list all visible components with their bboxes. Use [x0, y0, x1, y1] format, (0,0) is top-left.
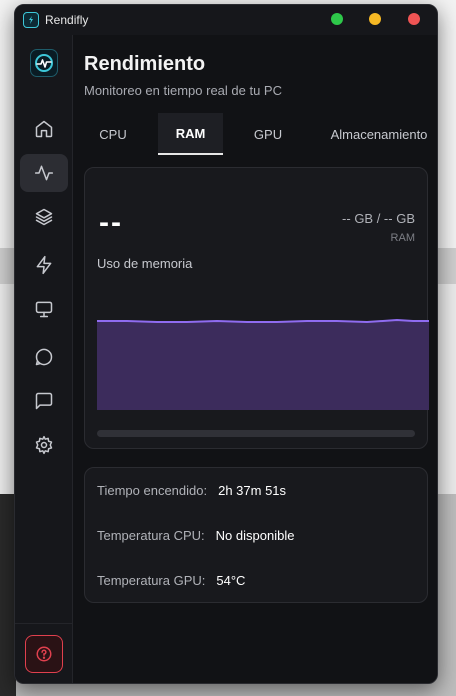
uptime-value: 2h 37m 51s	[218, 483, 287, 498]
ram-usage-card: -- -- GB / -- GB RAM Uso de memoria	[84, 167, 429, 449]
gpu-temperature-row: Temperatura GPU: 54°C	[97, 573, 245, 588]
ram-percentage: --	[99, 206, 123, 239]
gpu-temperature-value: 54°C	[216, 573, 246, 588]
tab-bar: CPU RAM GPU Almacenamiento	[73, 113, 437, 155]
cpu-temperature-row: Temperatura CPU: No disponible	[97, 528, 294, 543]
sidebar-item-home[interactable]	[20, 110, 68, 148]
sidebar	[15, 35, 73, 683]
page-subtitle: Monitoreo en tiempo real de tu PC	[84, 83, 282, 98]
minimize-button[interactable]	[369, 13, 381, 25]
tab-storage[interactable]: Almacenamiento	[323, 113, 435, 155]
monitor-icon	[35, 301, 53, 318]
sidebar-item-settings[interactable]	[20, 426, 68, 464]
tab-ram[interactable]: RAM	[158, 113, 223, 155]
memory-usage-chart	[97, 318, 429, 410]
ram-gb-used: -- GB / -- GB	[342, 211, 415, 226]
system-info-card: Tiempo encendido: 2h 37m 51s Temperatura…	[84, 467, 428, 603]
help-button[interactable]	[25, 635, 63, 673]
sidebar-divider	[15, 623, 73, 624]
close-button[interactable]	[408, 13, 420, 25]
gear-icon	[35, 435, 53, 455]
sidebar-item-performance[interactable]	[20, 154, 68, 192]
memory-chart-area	[97, 320, 429, 410]
sidebar-item-monitor[interactable]	[20, 290, 68, 328]
cpu-temperature-value: No disponible	[215, 528, 295, 543]
sidebar-item-messages[interactable]	[20, 382, 68, 420]
window-title: Rendifly	[45, 13, 89, 27]
app-icon	[23, 12, 39, 28]
message-square-icon	[35, 392, 53, 410]
maximize-button[interactable]	[331, 13, 343, 25]
chat-circle-icon	[35, 348, 53, 366]
layers-icon	[35, 208, 53, 226]
main-content: Rendimiento Monitoreo en tiempo real de …	[73, 35, 437, 683]
logo-icon	[35, 54, 53, 72]
memory-usage-label: Uso de memoria	[97, 256, 193, 271]
ram-progress-bar	[97, 430, 415, 437]
uptime-row: Tiempo encendido: 2h 37m 51s	[97, 483, 286, 498]
app-window: Rendifly Rendimiento Monitoreo en tiempo…	[14, 4, 438, 684]
logo	[30, 49, 58, 77]
tab-cpu[interactable]: CPU	[87, 113, 139, 155]
sidebar-item-chat[interactable]	[20, 338, 68, 376]
cpu-temperature-label: Temperatura CPU:	[97, 528, 205, 543]
title-bar[interactable]: Rendifly	[15, 5, 437, 35]
help-circle-icon	[36, 646, 52, 662]
uptime-label: Tiempo encendido:	[97, 483, 208, 498]
memory-chart-line	[97, 318, 429, 324]
ram-unit-label: RAM	[390, 232, 415, 244]
sidebar-item-layers[interactable]	[20, 198, 68, 236]
tab-gpu[interactable]: GPU	[240, 113, 296, 155]
sidebar-item-boost[interactable]	[20, 246, 68, 284]
page-title: Rendimiento	[84, 53, 206, 75]
activity-icon	[34, 165, 54, 181]
zap-icon	[36, 255, 52, 275]
home-icon	[35, 120, 53, 138]
gpu-temperature-label: Temperatura GPU:	[97, 573, 206, 588]
